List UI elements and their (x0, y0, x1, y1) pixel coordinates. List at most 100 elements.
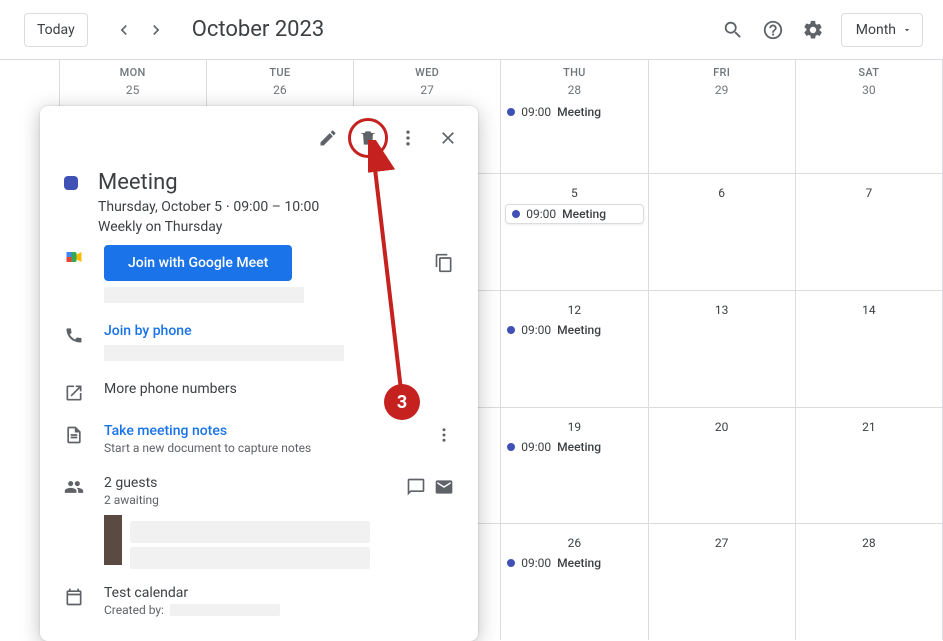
day-header: FRI (649, 60, 795, 83)
event-color-swatch (64, 176, 78, 190)
document-icon (64, 425, 84, 445)
guests-count: 2 guests (104, 475, 406, 491)
event-color-dot (512, 210, 520, 218)
event-recurrence: Weekly on Thursday (98, 219, 319, 235)
today-button[interactable]: Today (24, 13, 88, 47)
event-chip[interactable]: 09:00 Meeting (501, 321, 647, 339)
event-chip[interactable]: 09:00 Meeting (501, 554, 647, 572)
delete-event-button[interactable] (348, 118, 388, 158)
close-popup-button[interactable] (428, 118, 468, 158)
date-number[interactable]: 21 (796, 412, 942, 438)
redacted-text (170, 604, 280, 616)
event-color-dot (507, 443, 515, 451)
next-month-button[interactable] (140, 14, 172, 46)
dots-vertical-icon (398, 128, 418, 148)
date-number[interactable]: 19 (501, 412, 647, 438)
created-by-label: Created by: (104, 603, 164, 617)
redacted-text (130, 521, 370, 543)
trash-icon (358, 128, 378, 148)
date-number[interactable]: 26 (501, 528, 647, 554)
help-button[interactable] (753, 10, 793, 50)
close-icon (438, 128, 458, 148)
event-time: 09:00 (521, 105, 551, 119)
date-number[interactable]: 7 (796, 178, 942, 204)
event-color-dot (507, 108, 515, 116)
take-notes-subtext: Start a new document to capture notes (104, 441, 422, 455)
copy-link-button[interactable] (434, 253, 454, 273)
event-label: Meeting (562, 207, 606, 221)
date-number[interactable]: 12 (501, 295, 647, 321)
date-number[interactable]: 27 (649, 528, 795, 554)
people-icon (64, 477, 84, 497)
mail-icon (434, 477, 454, 497)
email-guests-button[interactable] (434, 477, 454, 497)
event-color-dot (507, 326, 515, 334)
date-number[interactable]: 27 (354, 83, 500, 103)
event-time: 09:00 (521, 440, 551, 454)
event-label: Meeting (557, 323, 601, 337)
view-dropdown[interactable]: Month (841, 13, 923, 47)
date-number[interactable]: 28 (501, 83, 647, 103)
prev-month-button[interactable] (108, 14, 140, 46)
event-date-line: Thursday, October 5 ⋅ 09:00 – 10:00 (98, 199, 319, 215)
pencil-icon (318, 128, 338, 148)
event-more-options[interactable] (388, 118, 428, 158)
event-chip[interactable]: 09:00 Meeting (501, 103, 647, 121)
event-chip[interactable]: 09:00 Meeting (501, 438, 647, 456)
day-header: THU (501, 60, 647, 83)
date-number[interactable]: 25 (60, 83, 206, 103)
search-icon (722, 19, 744, 41)
search-button[interactable] (713, 10, 753, 50)
notes-more-button[interactable] (434, 425, 454, 445)
date-number[interactable]: 30 (796, 83, 942, 103)
chevron-right-icon (146, 20, 166, 40)
event-label: Meeting (557, 556, 601, 570)
date-number[interactable]: 20 (649, 412, 795, 438)
date-number[interactable]: 29 (649, 83, 795, 103)
copy-icon (434, 253, 454, 273)
join-by-phone-link[interactable]: Join by phone (104, 323, 454, 339)
event-title: Meeting (98, 170, 319, 195)
external-link-icon (64, 383, 84, 403)
event-color-dot (507, 559, 515, 567)
date-number[interactable]: 26 (207, 83, 353, 103)
event-time: 09:00 (521, 323, 551, 337)
help-icon (762, 19, 784, 41)
phone-icon (64, 325, 84, 345)
date-number[interactable]: 28 (796, 528, 942, 554)
redacted-text (104, 287, 304, 303)
calendar-icon (64, 587, 84, 607)
take-notes-link[interactable]: Take meeting notes (104, 423, 422, 439)
chevron-left-icon (114, 20, 134, 40)
event-details-popup: Meeting Thursday, October 5 ⋅ 09:00 – 10… (40, 106, 478, 641)
view-dropdown-label: Month (856, 22, 896, 38)
event-label: Meeting (557, 105, 601, 119)
settings-button[interactable] (793, 10, 833, 50)
day-header: SAT (796, 60, 942, 83)
calendar-name: Test calendar (104, 585, 454, 601)
chat-icon (406, 477, 426, 497)
day-header: MON (60, 60, 206, 83)
day-header: WED (354, 60, 500, 83)
dots-vertical-icon (435, 426, 453, 444)
day-header: TUE (207, 60, 353, 83)
date-number[interactable]: 14 (796, 295, 942, 321)
edit-event-button[interactable] (308, 118, 348, 158)
event-time: 09:00 (521, 556, 551, 570)
redacted-text (104, 345, 344, 361)
annotation-bubble: 3 (384, 384, 420, 420)
date-number[interactable]: 6 (649, 178, 795, 204)
guests-status: 2 awaiting (104, 493, 406, 507)
event-time: 09:00 (526, 207, 556, 221)
caret-down-icon (902, 25, 912, 35)
redacted-text (130, 547, 370, 569)
event-chip[interactable]: 09:00 Meeting (505, 204, 643, 224)
avatar (104, 515, 122, 565)
chat-button[interactable] (406, 477, 426, 497)
date-number[interactable]: 5 (501, 178, 647, 204)
meet-icon (64, 247, 84, 267)
gear-icon (802, 19, 824, 41)
join-meet-button[interactable]: Join with Google Meet (104, 245, 292, 281)
date-number[interactable]: 13 (649, 295, 795, 321)
event-label: Meeting (557, 440, 601, 454)
